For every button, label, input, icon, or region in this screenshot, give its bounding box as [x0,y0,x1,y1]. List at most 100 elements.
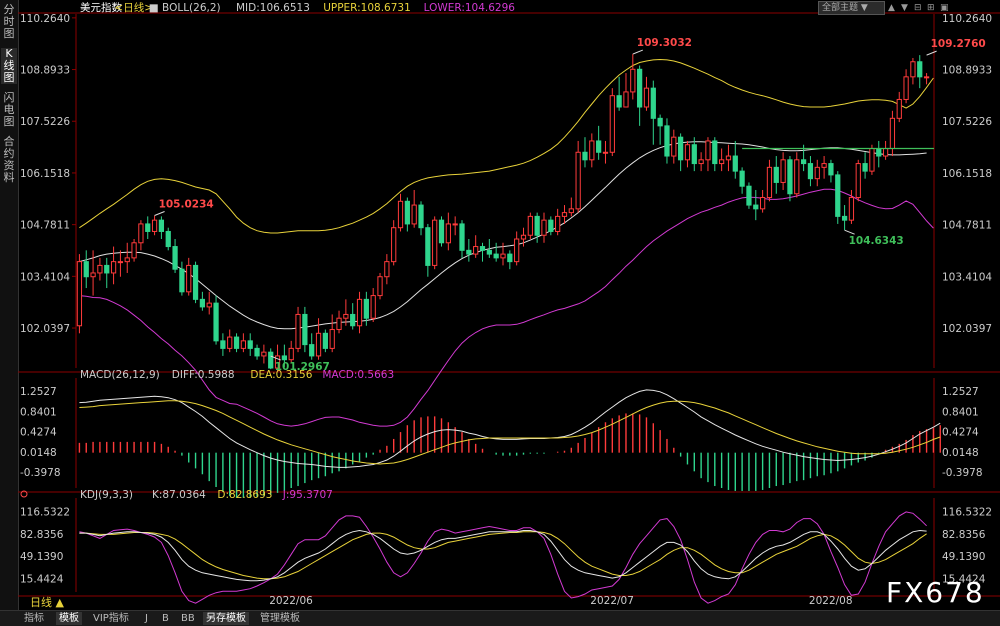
candle-up [500,253,506,259]
candle-down [637,68,643,108]
candle-up [869,147,875,172]
candle-down [363,298,369,319]
macd-y-tick-left: 0.0148 [20,447,57,459]
annotation-leader [154,211,165,216]
candle-down [233,336,240,349]
candle-down [650,87,656,119]
candle-up [759,197,766,210]
candle-up [397,200,404,229]
candle-up [684,144,691,161]
candle-down [158,219,165,232]
y-tick-label-right: 106.1518 [942,168,992,180]
window-icon: ▲ [888,3,895,13]
candle-down [917,61,923,78]
candle-up [336,317,342,331]
btab-manage-template[interactable]: 管理模板 [260,612,300,625]
y-tick-label-right: 104.7811 [942,220,992,232]
macd-y-tick-right: 1.2527 [942,386,979,398]
annotation-leader [844,229,855,235]
btab-bb[interactable]: BB [181,612,195,625]
macd-legend-diff: DIFF:0.5988 [172,369,235,381]
legend-upper: UPPER:108.6731 [323,2,411,14]
candle-down [83,261,89,278]
macd-y-tick-left: -0.3978 [20,467,61,479]
kdj-k-line [79,529,927,582]
kdj-y-tick-right: 49.1390 [942,551,985,563]
theme-dropdown[interactable]: 全部主题 ▼ [818,1,885,15]
btab-template[interactable]: 模板 [56,612,82,625]
kdj-legend-k: K:87.0364 [152,489,206,501]
btab-j[interactable]: J [145,612,148,625]
btab-vip-indicator[interactable]: VIP指标 [93,612,129,625]
candle-up [814,166,820,180]
boll-mid-line [79,141,927,330]
y-tick-label-left: 104.7811 [20,220,70,232]
candle-up [110,261,117,274]
candle-down [876,147,882,157]
candle-down [664,125,670,157]
candle-up [541,219,547,236]
kdj-y-tick-left: 49.1390 [20,551,63,563]
window-icon: ⊟ [914,3,922,13]
candle-up [186,264,192,293]
candle-up [889,117,896,149]
candle-down [596,140,602,153]
kdj-legend-title: KDJ(9,3,3) [80,489,133,501]
tab-contract-info[interactable]: 合约资料 [1,136,17,184]
candle-down [534,215,540,236]
candle-up [261,351,267,357]
candle-up [90,272,96,278]
candle-down [732,155,738,172]
btab-indicator[interactable]: 指标 [24,612,44,625]
tab-kline[interactable]: K线图 [1,48,17,84]
candle-up [445,223,451,244]
candle-up [124,257,130,263]
candle-up [411,204,417,225]
macd-y-tick-right: 0.4274 [942,427,979,439]
macd-legend-dea: DEA:0.3156 [250,369,312,381]
candle-down [322,332,328,349]
candle-up [514,238,520,263]
y-tick-label-right: 107.5226 [942,116,992,128]
candle-down [753,204,759,210]
candle-down [466,249,472,255]
btab-save-template[interactable]: 另存模板 [203,612,249,625]
candle-up [643,87,650,108]
candle-up [227,336,233,349]
candle-up [705,140,711,161]
kdj-d-line [79,531,927,580]
y-tick-label-left: 103.4104 [20,271,70,283]
candle-down [192,264,199,300]
kdj-legend-d: D:82.8693 [217,489,272,501]
y-tick-label-right: 110.2640 [942,13,992,25]
annotation-label: 109.3032 [637,37,692,49]
btab-b[interactable]: B [162,612,169,625]
macd-legend-title: MACD(26,12,9) [80,369,160,381]
candle-up [131,242,137,259]
x-tick-label: 2022/06 [269,595,313,607]
candle-down [199,298,206,308]
candle-up [473,246,479,255]
candle-up [295,313,301,349]
candle-down [507,253,513,263]
macd-y-tick-right: 0.0148 [942,447,979,459]
candle-down [841,215,848,221]
macd-y-tick-left: 1.2527 [20,386,57,398]
candle-up [555,215,561,232]
candle-down [281,355,287,361]
annotation-leader [926,50,937,56]
candle-down [179,268,185,293]
candle-up [568,208,574,214]
candle-up [923,76,930,79]
left-tab-bar: 分时图 K线图 闪电图 合约资料 [0,0,19,610]
tab-flash[interactable]: 闪电图 [1,92,17,128]
candle-up [370,295,376,319]
candle-up [698,159,704,165]
y-tick-label-left: 106.1518 [20,168,70,180]
y-tick-label-left: 102.0397 [20,323,70,335]
tab-timeshare[interactable]: 分时图 [1,4,17,40]
candle-up [432,219,438,266]
period-selector[interactable]: 日线 ▲ [30,596,64,609]
macd-y-tick-right: 0.8401 [942,406,979,418]
annotation-leader [632,49,643,55]
